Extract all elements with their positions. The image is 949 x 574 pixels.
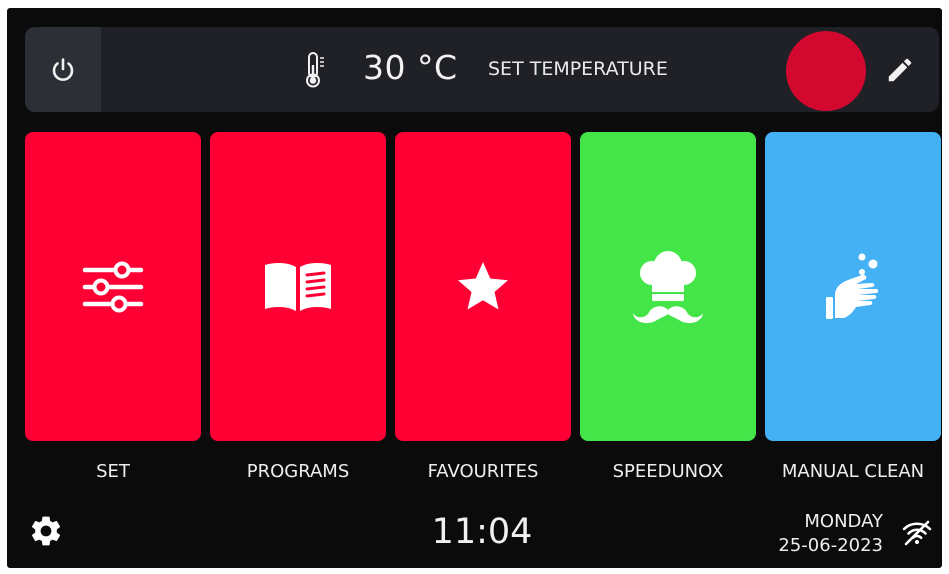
set-temperature-label[interactable]: SET TEMPERATURE	[488, 55, 668, 83]
date: 25-06-2023	[778, 535, 883, 556]
power-button[interactable]	[25, 27, 101, 112]
programs-tile[interactable]	[210, 132, 386, 441]
favourites-tile[interactable]	[395, 132, 571, 441]
gear-icon[interactable]	[28, 513, 64, 549]
tile-label-speedunox: SPEEDUNOX	[612, 461, 724, 482]
oven-control-screen: 30 °C SET TEMPERATURE SET PROGRAMS FAVOU…	[7, 8, 942, 568]
tile-label-set: SET	[96, 461, 130, 482]
clock: 11:04	[431, 512, 533, 552]
tile-label-manual-clean: MANUAL CLEAN	[781, 461, 925, 482]
status-indicator	[786, 31, 866, 111]
set-tile[interactable]	[25, 132, 201, 441]
temperature-bar: 30 °C SET TEMPERATURE	[25, 27, 939, 112]
star-icon	[458, 261, 508, 309]
book-icon	[265, 262, 331, 311]
chef-hat-mustache-icon	[633, 250, 703, 323]
tile-label-favourites: FAVOURITES	[427, 461, 539, 482]
tile-label-programs: PROGRAMS	[246, 461, 350, 482]
thermometer-icon	[306, 52, 324, 88]
pencil-icon[interactable]	[885, 55, 915, 85]
wifi-off-icon	[902, 520, 932, 546]
day-of-week: MONDAY	[804, 511, 883, 532]
speedunox-tile[interactable]	[580, 132, 756, 441]
manual-clean-tile[interactable]	[765, 132, 941, 441]
temperature-value: 30 °C	[363, 48, 458, 87]
sliders-icon	[82, 261, 144, 312]
washing-hand-icon	[826, 253, 879, 319]
power-icon	[52, 57, 74, 81]
